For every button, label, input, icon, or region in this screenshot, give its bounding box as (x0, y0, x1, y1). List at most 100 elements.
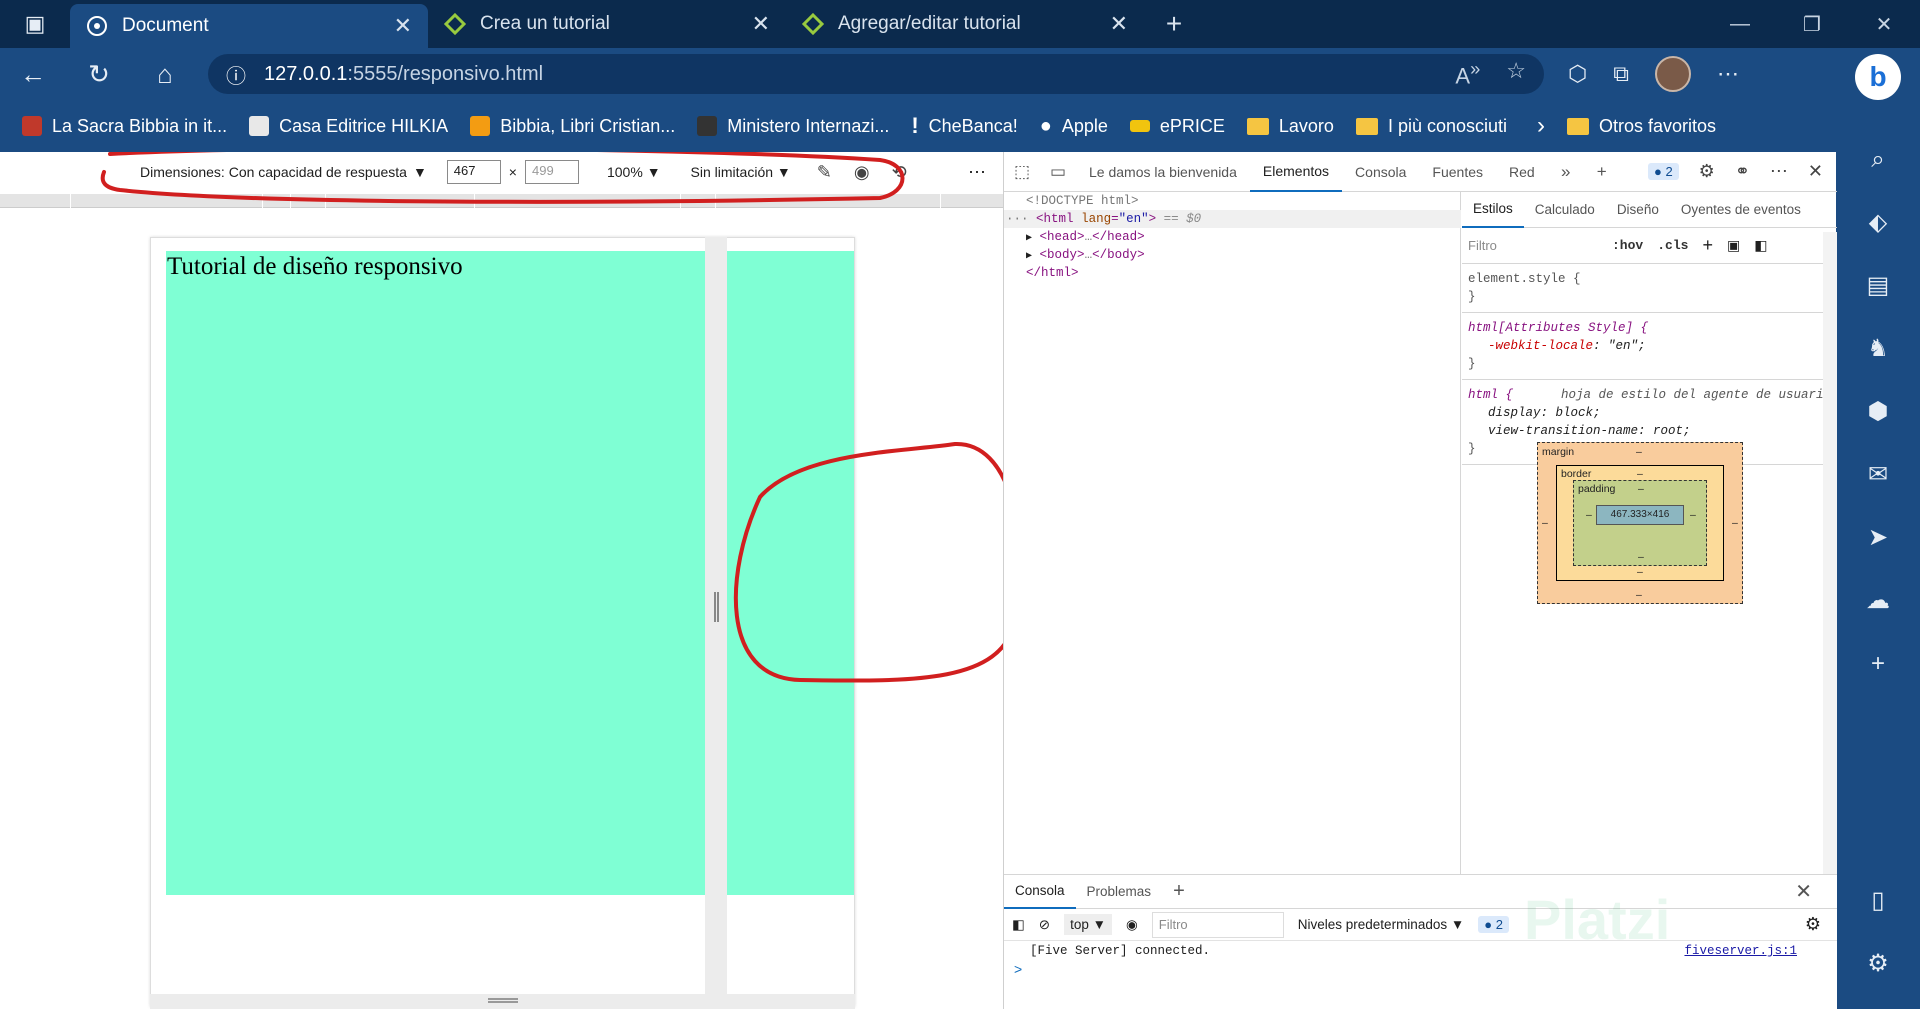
bing-icon[interactable]: b (1855, 54, 1901, 100)
more-tabs-icon[interactable]: » (1548, 162, 1584, 182)
maximize-icon[interactable]: ❐ (1776, 12, 1848, 37)
close-drawer-icon[interactable]: ✕ (1784, 875, 1823, 909)
body-node[interactable]: ▶ <body>…</body> (1026, 248, 1145, 262)
resize-handle-right[interactable] (705, 237, 727, 1007)
minimize-icon[interactable]: — (1704, 13, 1776, 36)
tab-elements[interactable]: Elementos (1249, 152, 1343, 192)
chevron-right-icon[interactable]: › (1537, 112, 1545, 140)
tag-icon[interactable]: ⬖ (1836, 191, 1920, 254)
bookmark-item[interactable]: Ministero Internazi... (697, 116, 889, 137)
html-close-node[interactable]: </html> (1026, 266, 1079, 280)
node-menu-icon[interactable]: ··· (1006, 212, 1029, 226)
bookmark-item[interactable]: La Sacra Bibbia in it... (22, 116, 227, 137)
triangle-right-icon[interactable]: ▶ (1026, 233, 1032, 244)
search-icon[interactable]: ⌕ (1836, 128, 1920, 191)
new-tab-button[interactable]: + (1144, 0, 1204, 48)
style-property[interactable]: view-transition-name: root; (1468, 422, 1831, 440)
console-prompt[interactable]: > (1004, 961, 1837, 977)
customize-icon[interactable]: ⚭ (1735, 161, 1750, 182)
bookmark-folder[interactable]: I più conosciuti (1355, 116, 1507, 137)
cls-button[interactable]: .cls (1657, 238, 1688, 253)
style-property[interactable]: -webkit-locale: "en"; (1468, 337, 1831, 355)
clear-console-icon[interactable]: ⊘ (1039, 917, 1050, 933)
zoom-select[interactable]: 100% ▼ (607, 164, 661, 180)
hov-button[interactable]: :hov (1612, 238, 1643, 253)
eye-icon[interactable]: ◉ (854, 162, 870, 183)
close-icon[interactable]: ✕ (1808, 161, 1823, 182)
eyedropper-icon[interactable]: ✎ (817, 162, 832, 183)
tab-agregar-tutorial[interactable]: Agregar/editar tutorial ✕ (786, 0, 1144, 48)
resize-handle-bottom[interactable] (150, 994, 855, 1009)
style-property[interactable]: display: block; (1468, 404, 1831, 422)
tab-welcome[interactable]: Le damos la bienvenida (1076, 152, 1250, 192)
more-icon[interactable]: ⋯ (1717, 61, 1739, 87)
issues-badge[interactable]: ● 2 (1647, 163, 1679, 180)
extensions-icon[interactable]: ⬡ (1568, 61, 1587, 87)
new-rule-icon[interactable]: + (1702, 235, 1713, 256)
dimensions-select[interactable]: Dimensiones: Con capacidad de respuesta … (140, 164, 427, 180)
tab-actions-button[interactable]: ▣ (0, 0, 70, 48)
rotate-icon[interactable]: ⟲ (892, 162, 907, 183)
bookmark-item[interactable]: ePRICE (1129, 116, 1225, 137)
context-select[interactable]: top ▼ (1064, 914, 1112, 935)
styles-filter-input[interactable]: Filtro (1468, 238, 1598, 253)
gear-icon[interactable]: ⚙ (1867, 932, 1889, 995)
bookmark-folder[interactable]: Lavoro (1246, 116, 1334, 137)
tab-document[interactable]: Document ✕ (70, 4, 428, 48)
close-tab-icon[interactable]: ✕ (1110, 11, 1128, 37)
add-favorite-icon[interactable]: ☆ (1506, 58, 1526, 89)
console-issues-badge[interactable]: ● 2 (1478, 916, 1509, 933)
tab-layout[interactable]: Diseño (1606, 192, 1670, 228)
telegram-icon[interactable]: ➤ (1836, 506, 1920, 569)
tab-sources[interactable]: Fuentes (1419, 152, 1496, 192)
console-filter-input[interactable]: Filtro (1151, 911, 1284, 938)
outlook-icon[interactable]: ✉ (1836, 443, 1920, 506)
inspect-icon[interactable]: ⬚ (1004, 162, 1040, 182)
tab-styles[interactable]: Estilos (1462, 192, 1524, 228)
split-screen-icon[interactable]: ▯ (1867, 869, 1889, 932)
chess-icon[interactable]: ♞ (1836, 317, 1920, 380)
more-icon[interactable]: ⋯ (1770, 161, 1788, 182)
triangle-right-icon[interactable]: ▶ (1026, 251, 1032, 262)
tab-event-listeners[interactable]: Oyentes de eventos (1670, 192, 1812, 228)
add-icon[interactable]: + (1836, 632, 1920, 695)
back-icon[interactable]: ← (0, 59, 66, 90)
styles-scrollbar[interactable] (1823, 232, 1837, 914)
gear-icon[interactable]: ⚙ (1805, 914, 1821, 935)
address-bar[interactable]: ⓘ 127.0.0.1:5555/responsivo.html A» ☆ (208, 54, 1544, 94)
tab-network[interactable]: Red (1496, 152, 1548, 192)
add-tab-icon[interactable]: + (1584, 162, 1620, 182)
collections-icon[interactable]: ⧉ (1613, 61, 1629, 87)
avatar[interactable] (1654, 56, 1691, 92)
more-icon[interactable]: ⋯ (968, 162, 987, 183)
height-input[interactable]: 499 (524, 160, 579, 184)
console-source-link[interactable]: fiveserver.js:1 (1684, 944, 1797, 958)
device-toggle-icon[interactable]: ▭ (1040, 162, 1076, 182)
read-aloud-icon[interactable]: A» (1455, 58, 1480, 89)
office-icon[interactable]: ⬢ (1836, 380, 1920, 443)
eye-icon[interactable]: ◉ (1126, 917, 1138, 933)
head-node[interactable]: ▶ <head>…</head> (1026, 230, 1145, 244)
bookmark-folder[interactable]: Otros favoritos (1567, 116, 1716, 137)
close-window-icon[interactable]: ✕ (1848, 12, 1920, 37)
console-sidebar-icon[interactable]: ◧ (1012, 917, 1025, 933)
info-icon[interactable]: ⓘ (226, 60, 246, 89)
add-drawer-tab-icon[interactable]: + (1162, 875, 1196, 909)
bookmark-item[interactable]: Casa Editrice HILKIA (249, 116, 448, 137)
tab-computed[interactable]: Calculado (1524, 192, 1606, 228)
close-tab-icon[interactable]: ✕ (394, 13, 412, 39)
toggle-sidebar-icon[interactable]: ◧ (1754, 237, 1767, 254)
cloud-icon[interactable]: ☁ (1836, 569, 1920, 632)
tab-crea-tutorial[interactable]: Crea un tutorial ✕ (428, 0, 786, 48)
gear-icon[interactable]: ⚙ (1699, 161, 1715, 182)
tab-console[interactable]: Consola (1342, 152, 1419, 192)
bookmark-item[interactable]: ● Apple (1040, 115, 1108, 138)
bookmark-item[interactable]: Bibbia, Libri Cristian... (470, 116, 675, 137)
drawer-tab-issues[interactable]: Problemas (1076, 875, 1163, 909)
home-icon[interactable]: ⌂ (132, 59, 198, 90)
drawer-tab-console[interactable]: Consola (1004, 875, 1076, 909)
bookmark-item[interactable]: ! CheBanca! (911, 113, 1017, 139)
paint-icon[interactable]: ▣ (1727, 237, 1740, 254)
throttle-select[interactable]: Sin limitación ▼ (691, 164, 791, 180)
close-tab-icon[interactable]: ✕ (752, 11, 770, 37)
